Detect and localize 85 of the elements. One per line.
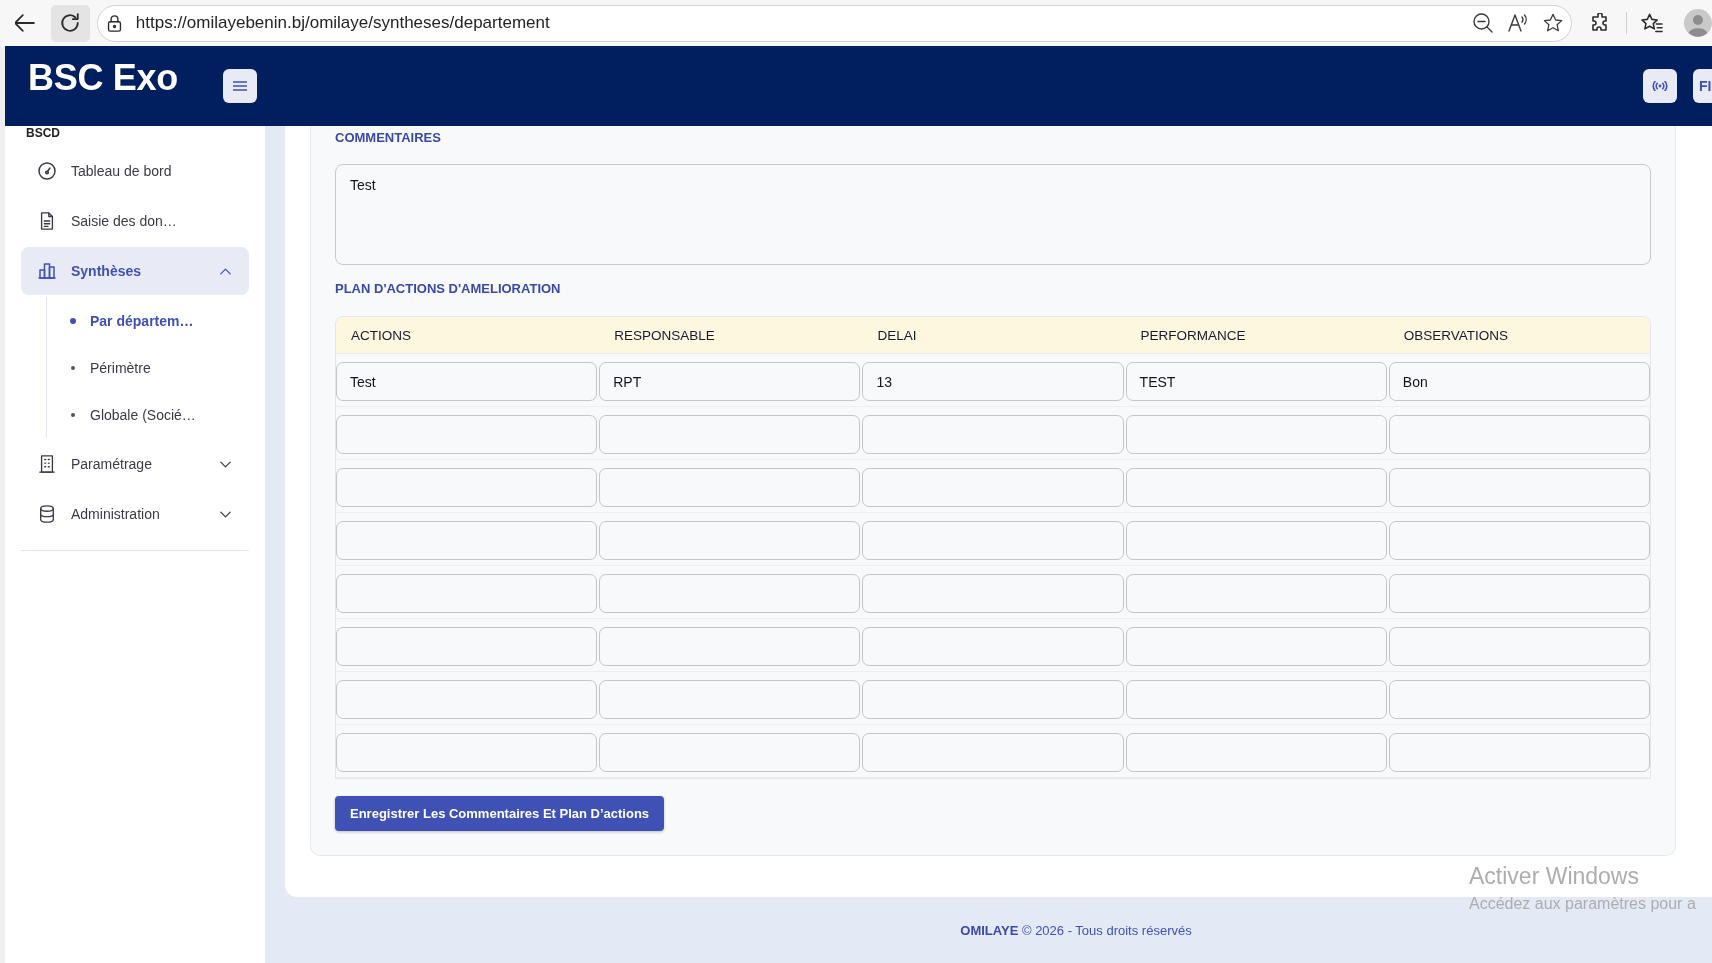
table-input-field[interactable]: [862, 733, 1124, 772]
table-input-field[interactable]: TEST: [1125, 362, 1387, 401]
column-header: RESPONSABLE: [613, 327, 716, 343]
table-input-field[interactable]: [862, 627, 1124, 666]
section-title: PLAN D'ACTIONS D'AMELIORATION: [335, 280, 562, 298]
user-initials-button[interactable]: FI: [1693, 69, 1712, 103]
star-icon[interactable]: [1543, 13, 1564, 33]
table-input-field[interactable]: [862, 521, 1124, 560]
table-input-field[interactable]: [336, 733, 598, 772]
sidebar-subitem[interactable]: Globale (Socié…: [47, 391, 249, 438]
table-input-field[interactable]: [1125, 415, 1387, 454]
column-header: OBSERVATIONS: [1402, 327, 1510, 343]
app-title: BSC Exo: [28, 57, 178, 99]
address-bar[interactable]: https://omilayebenin.bj/omilaye/syntheses/departement: [96, 4, 1573, 42]
database-icon: [38, 505, 56, 523]
bullet-icon: [71, 412, 75, 417]
table-input-field[interactable]: [599, 733, 861, 772]
sidebar-item[interactable]: Paramétrage: [21, 440, 249, 488]
column-header: PERFORMANCE: [1139, 327, 1247, 343]
building-icon: [38, 455, 56, 473]
section-title: COMMENTAIRES: [335, 129, 442, 147]
broadcast-icon: [1652, 81, 1668, 91]
read-aloud-icon[interactable]: [1508, 13, 1529, 33]
table-input-field[interactable]: [599, 627, 861, 666]
table-input-field[interactable]: [336, 468, 598, 507]
bullet-icon: [71, 365, 75, 370]
activation-notice-text: Accédez aux paramètres pour a: [1469, 894, 1696, 914]
footer-copyright: OMILAYE © 2026 - Tous droits réservés: [960, 922, 1192, 938]
sidebar-item[interactable]: Administration: [21, 490, 249, 538]
table-input-field[interactable]: [1125, 521, 1387, 560]
menu-icon: [232, 81, 247, 91]
favorites-icon[interactable]: [1641, 13, 1664, 33]
bullet-icon: [70, 317, 76, 324]
table-input-field[interactable]: [336, 680, 598, 719]
table-input-field[interactable]: [1388, 627, 1650, 666]
table-input-field[interactable]: [599, 521, 861, 560]
table-input-field[interactable]: [336, 627, 598, 666]
sidebar-subitem[interactable]: Périmètre: [47, 344, 249, 391]
table-input-field[interactable]: [1388, 468, 1650, 507]
menu-button[interactable]: [222, 69, 257, 103]
lock-icon: [106, 14, 122, 32]
table-input-field[interactable]: [862, 468, 1124, 507]
table-input-field[interactable]: [862, 680, 1124, 719]
sidebar-subitem[interactable]: Par départem…: [47, 297, 249, 344]
table-input-field[interactable]: [336, 574, 598, 613]
activation-notice-title: Activer Windows: [1469, 862, 1640, 890]
table-input-field[interactable]: [599, 680, 861, 719]
sidebar-item[interactable]: Saisie des don…: [21, 197, 249, 245]
table-input-field[interactable]: [1388, 680, 1650, 719]
reload-icon: [60, 13, 81, 33]
table-input-field[interactable]: RPT: [599, 362, 861, 401]
table-input-field[interactable]: [336, 415, 598, 454]
table-input-field[interactable]: [1125, 733, 1387, 772]
table-input-field[interactable]: [1125, 468, 1387, 507]
sidebar-item[interactable]: Synthèses: [21, 247, 249, 295]
profile-avatar-icon[interactable]: [1684, 9, 1712, 37]
table-input-field[interactable]: [599, 415, 861, 454]
save-button[interactable]: Enregistrer Les Commentaires Et Plan D’actions: [335, 796, 665, 831]
table-input-field[interactable]: Test: [336, 362, 598, 401]
reload-button[interactable]: [50, 4, 90, 42]
table-input-field[interactable]: [1125, 627, 1387, 666]
zoom-out-icon[interactable]: [1473, 13, 1494, 33]
table-input-field[interactable]: [1125, 680, 1387, 719]
broadcast-button[interactable]: [1643, 69, 1677, 103]
table-input-field[interactable]: [862, 574, 1124, 613]
table-input-field[interactable]: [862, 415, 1124, 454]
table-input-field[interactable]: [1388, 733, 1650, 772]
table-input-field[interactable]: Bon: [1388, 362, 1650, 401]
gauge-icon: [38, 162, 56, 180]
table-input-field[interactable]: [599, 574, 861, 613]
document-icon: [38, 212, 56, 230]
table-input-field[interactable]: [599, 468, 861, 507]
comment-textarea[interactable]: Test: [335, 164, 1651, 265]
table-input-field[interactable]: 13: [862, 362, 1124, 401]
column-header: DELAI: [876, 327, 918, 343]
table-input-field[interactable]: [1125, 574, 1387, 613]
sidebar-item[interactable]: Tableau de bord: [21, 147, 249, 195]
back-arrow-icon: [14, 13, 35, 33]
column-header: ACTIONS: [350, 327, 412, 343]
table-input-field[interactable]: [1388, 521, 1650, 560]
bar-chart-icon: [38, 262, 56, 280]
table-input-field[interactable]: [1388, 415, 1650, 454]
section-label: BSCD: [25, 126, 61, 140]
table-input-field[interactable]: [336, 521, 598, 560]
table-input-field[interactable]: [1388, 574, 1650, 613]
